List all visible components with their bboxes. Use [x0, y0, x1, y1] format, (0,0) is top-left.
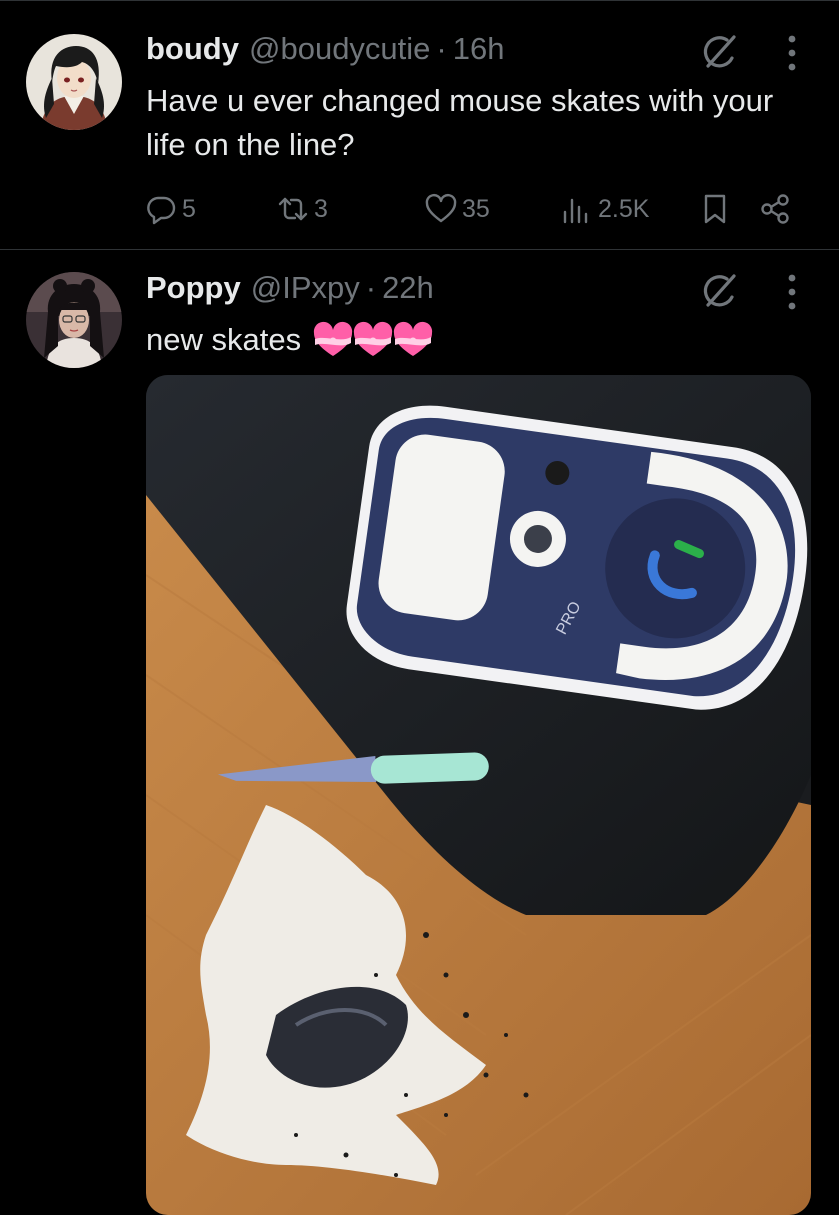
- grok-icon[interactable]: [697, 270, 741, 314]
- like-icon: [425, 193, 457, 223]
- heart-with-ribbon-emoji: [393, 321, 433, 356]
- timestamp[interactable]: 22h: [382, 270, 434, 306]
- avatar[interactable]: [26, 34, 122, 130]
- emoji-group: [311, 321, 433, 359]
- tweet-header: boudy @boudycutie · 16h: [146, 31, 504, 71]
- display-name[interactable]: Poppy: [146, 270, 241, 306]
- like-button[interactable]: 35: [424, 189, 490, 229]
- user-handle[interactable]: @boudycutie: [249, 31, 430, 67]
- more-icon[interactable]: [780, 270, 804, 314]
- tweet-text: new skates: [146, 318, 806, 362]
- reply-count: 5: [182, 194, 196, 223]
- reply-icon: [147, 196, 176, 225]
- avatar[interactable]: [26, 272, 122, 368]
- display-name[interactable]: boudy: [146, 31, 239, 67]
- repost-count: 3: [314, 194, 328, 223]
- tweet-text-content: new skates: [146, 322, 302, 357]
- timestamp[interactable]: 16h: [453, 31, 505, 67]
- grok-icon[interactable]: [697, 31, 741, 75]
- bookmark-icon: [704, 194, 726, 224]
- repost-icon: [278, 197, 308, 221]
- reply-button[interactable]: 5: [144, 189, 196, 229]
- heart-with-ribbon-emoji: [353, 321, 393, 356]
- view-count: 2.5K: [598, 194, 650, 223]
- heart-with-ribbon-emoji: [313, 321, 353, 356]
- like-count: 35: [462, 194, 490, 223]
- user-handle[interactable]: @IPxpy: [251, 270, 360, 306]
- tweet[interactable]: boudy @boudycutie · 16h Have u ever chan…: [0, 0, 839, 250]
- tweet-photo[interactable]: PRO: [146, 375, 811, 1215]
- more-icon[interactable]: [780, 31, 804, 75]
- tweet-header: Poppy @IPxpy · 22h: [146, 270, 434, 310]
- separator-dot: ·: [436, 31, 447, 66]
- share-button[interactable]: [758, 189, 792, 229]
- tweet-actions: 5 3 35 2.5K: [144, 189, 804, 229]
- tweet-text: Have u ever changed mouse skates with yo…: [146, 83, 774, 162]
- separator-dot: ·: [365, 270, 377, 305]
- share-icon: [761, 194, 789, 224]
- views-button[interactable]: 2.5K: [560, 189, 649, 229]
- views-icon: [563, 198, 588, 224]
- repost-button[interactable]: 3: [276, 189, 328, 229]
- bookmark-button[interactable]: [698, 189, 732, 229]
